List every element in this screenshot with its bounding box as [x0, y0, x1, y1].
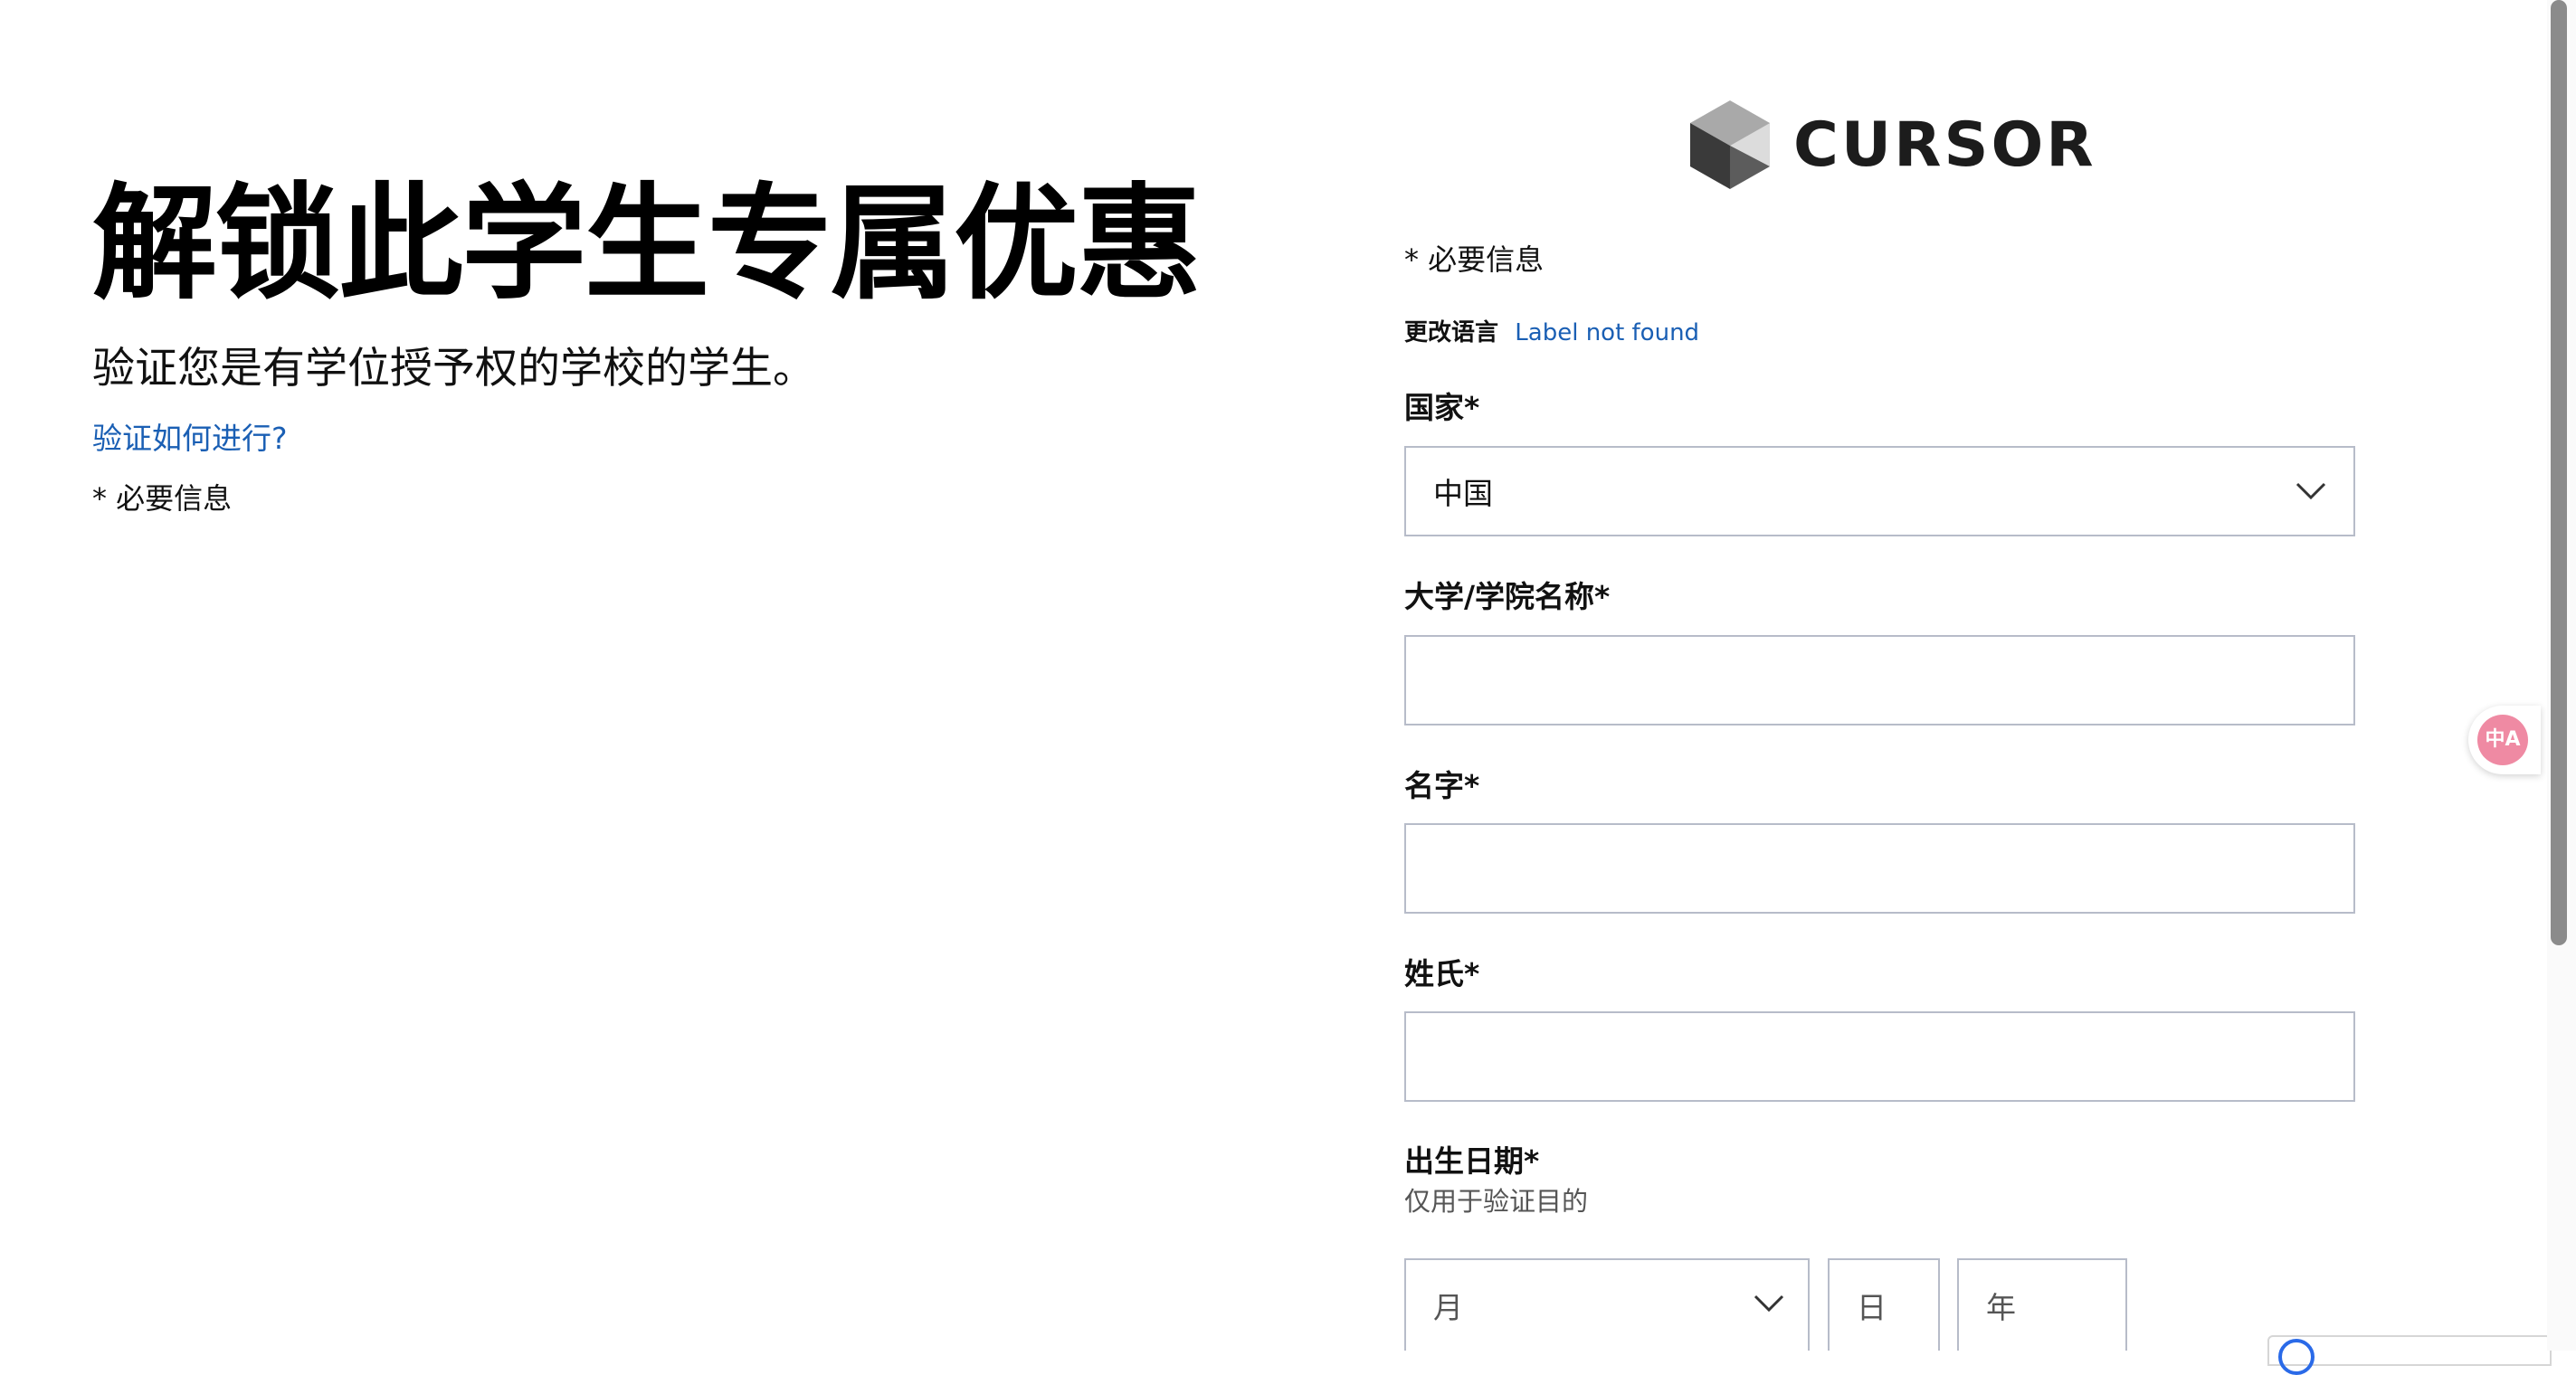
- language-link[interactable]: Label not found: [1515, 319, 1699, 346]
- country-label: 国家*: [1404, 390, 1480, 425]
- change-language-row: 更改语言 Label not found: [1404, 315, 1699, 351]
- circle-icon: [2278, 1339, 2315, 1375]
- first-name-input[interactable]: [1404, 823, 2355, 914]
- birth-year-input[interactable]: 年: [1957, 1258, 2127, 1351]
- university-label: 大学/学院名称*: [1404, 579, 1611, 614]
- translate-widget[interactable]: 中A: [2468, 706, 2541, 774]
- country-select[interactable]: 中国: [1404, 446, 2355, 536]
- first-name-label: 名字*: [1404, 768, 1480, 803]
- brand-name: CURSOR: [1793, 109, 2096, 181]
- birth-day-input[interactable]: 日: [1828, 1258, 1940, 1351]
- birth-day-placeholder: 日: [1857, 1290, 1887, 1325]
- birth-date-label: 出生日期*: [1404, 1143, 1540, 1179]
- birth-month-select[interactable]: 月: [1404, 1258, 1810, 1351]
- page: 解锁此学生专属优惠 验证您是有学位授予权的学校的学生。 验证如何进行? * 必要…: [0, 0, 2576, 1375]
- bottom-toolbar-widget[interactable]: [2267, 1335, 2552, 1375]
- scrollbar-thumb[interactable]: [2551, 0, 2567, 945]
- required-info-note: * 必要信息: [92, 481, 233, 516]
- how-verification-works-link[interactable]: 验证如何进行?: [92, 416, 288, 461]
- brand-logo: CURSOR: [1688, 98, 2096, 192]
- birth-date-hint: 仅用于验证目的: [1404, 1186, 1589, 1217]
- change-language-label: 更改语言: [1404, 319, 1499, 346]
- chevron-down-icon: [1754, 1294, 1784, 1313]
- birth-month-placeholder: 月: [1433, 1290, 1463, 1325]
- form-required-info-note: * 必要信息: [1404, 242, 1545, 277]
- page-subtitle: 验证您是有学位授予权的学校的学生。: [92, 344, 815, 394]
- country-select-value: 中国: [1433, 476, 1493, 511]
- last-name-label: 姓氏*: [1404, 956, 1480, 991]
- page-title: 解锁此学生专属优惠: [92, 171, 1202, 317]
- translate-icon[interactable]: 中A: [2477, 715, 2528, 765]
- university-input[interactable]: [1404, 635, 2355, 725]
- chevron-down-icon: [2296, 482, 2326, 500]
- cube-logo-icon: [1690, 100, 1770, 189]
- last-name-input[interactable]: [1404, 1011, 2355, 1102]
- birth-year-placeholder: 年: [1986, 1290, 2016, 1325]
